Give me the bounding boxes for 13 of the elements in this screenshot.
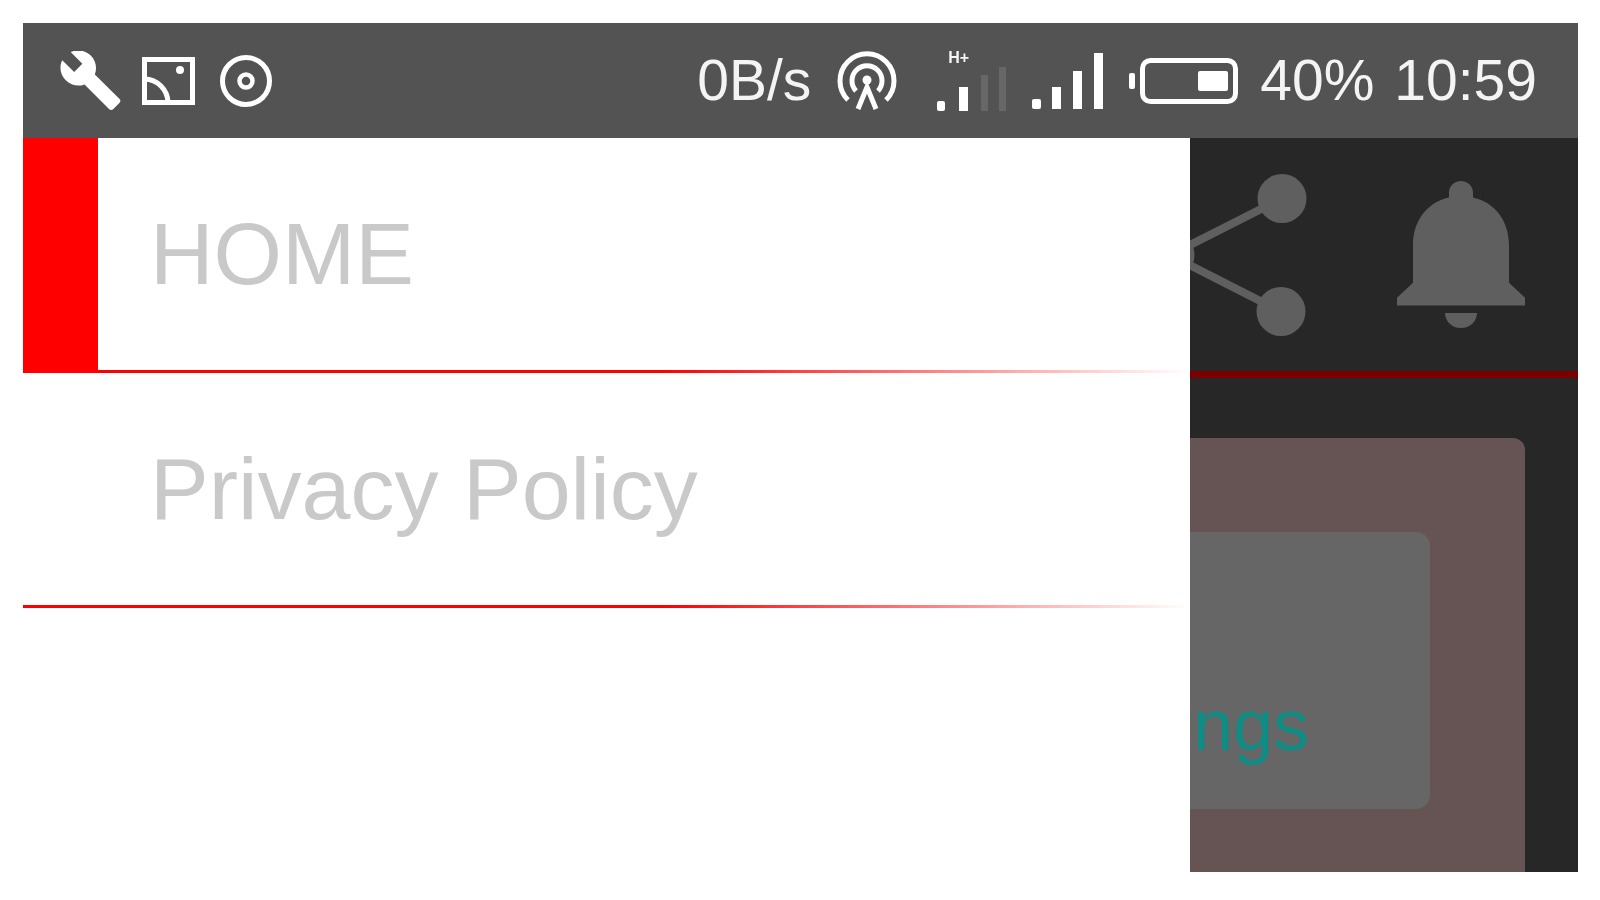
battery-icon — [1129, 57, 1239, 104]
cast-icon — [142, 56, 195, 105]
network-speed: 0B/s — [697, 52, 812, 109]
wrench-icon — [59, 51, 122, 110]
bell-icon[interactable] — [1397, 181, 1525, 328]
share-icon[interactable] — [1190, 173, 1307, 336]
network-type-label: H+ — [948, 50, 970, 65]
signal-icon — [937, 66, 1007, 111]
clock: 10:59 — [1394, 52, 1537, 109]
target-icon — [220, 54, 272, 107]
tile[interactable]: ngs — [1190, 532, 1430, 809]
signal-icon — [1032, 52, 1104, 109]
battery-percentage: 40% — [1260, 52, 1375, 109]
